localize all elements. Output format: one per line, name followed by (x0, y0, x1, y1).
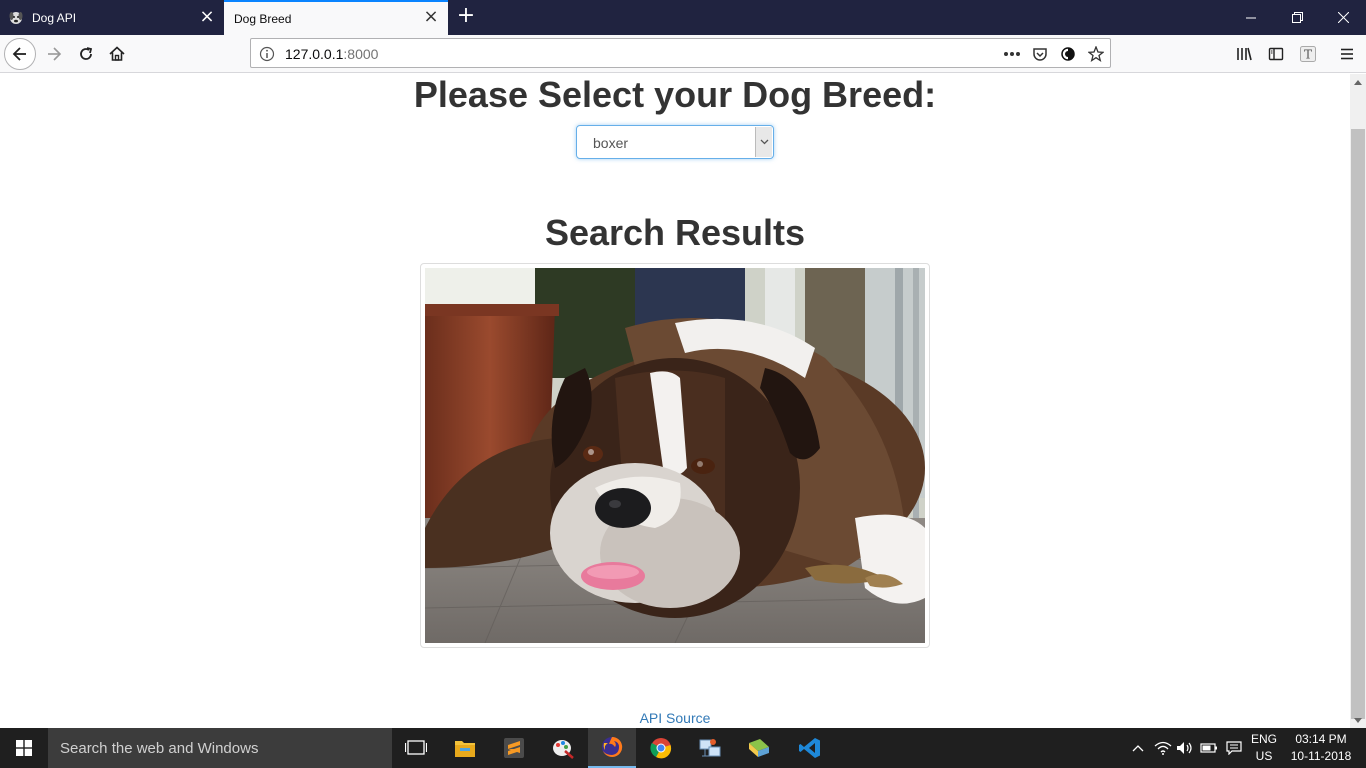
clock[interactable]: 03:14 PM 10-11-2018 (1286, 728, 1356, 768)
results-heading: Search Results (544, 212, 806, 253)
home-button[interactable] (101, 38, 133, 70)
dog-favicon-icon (8, 10, 24, 26)
scroll-down-icon[interactable] (1350, 712, 1366, 728)
region-code: US (1255, 749, 1273, 763)
breed-select[interactable]: boxer (576, 125, 774, 159)
url-port: :8000 (343, 46, 379, 62)
close-window-icon[interactable] (1320, 0, 1366, 35)
tab-title: Dog API (32, 10, 77, 25)
firefox-icon[interactable] (588, 728, 636, 768)
page-actions-icon[interactable] (1003, 45, 1021, 63)
windows-taskbar: Search the web and Windows ENG US 03:14 … (0, 728, 1366, 768)
action-center-icon[interactable] (1222, 728, 1246, 768)
tracking-icon[interactable] (1059, 45, 1077, 63)
result-thumbnail (420, 263, 930, 648)
api-source-link[interactable]: API Source (0, 710, 1350, 726)
windows-start-icon[interactable] (0, 728, 48, 768)
chrome-icon[interactable] (637, 728, 685, 768)
scroll-thumb[interactable] (1351, 129, 1365, 719)
page-viewport: Please Select your Dog Breed: boxer Sear… (0, 74, 1350, 728)
navigation-toolbar: 127.0.0.1:8000 T (0, 35, 1366, 73)
language-code: ENG (1250, 732, 1277, 746)
files-app-icon[interactable] (735, 728, 783, 768)
network-app-icon[interactable] (686, 728, 734, 768)
language-indicator[interactable]: ENG US (1248, 728, 1280, 768)
restore-icon[interactable] (1274, 0, 1320, 35)
dog-photo (425, 268, 925, 643)
forward-button[interactable] (38, 38, 70, 70)
file-explorer-icon[interactable] (441, 728, 489, 768)
wifi-icon[interactable] (1152, 728, 1174, 768)
sublime-text-icon[interactable] (490, 728, 538, 768)
library-icon[interactable] (1228, 38, 1260, 70)
show-hidden-icons-icon[interactable] (1128, 728, 1148, 768)
taskbar-search-box[interactable]: Search the web and Windows (48, 728, 392, 768)
tab-dog-api[interactable]: Dog API × (0, 0, 224, 35)
pocket-icon[interactable] (1031, 45, 1049, 63)
reader-extension-icon[interactable]: T (1292, 38, 1324, 70)
minimize-icon[interactable] (1228, 0, 1274, 35)
scroll-up-icon[interactable] (1350, 74, 1366, 90)
new-tab-icon[interactable]: + (455, 5, 477, 29)
battery-icon[interactable] (1198, 728, 1220, 768)
clock-date: 10-11-2018 (1290, 749, 1352, 763)
page-scrollbar[interactable] (1350, 74, 1366, 728)
back-button[interactable] (4, 38, 36, 70)
bookmark-star-icon[interactable] (1087, 45, 1105, 63)
tab-title: Dog Breed (234, 11, 292, 26)
svg-text:T: T (1304, 48, 1312, 62)
taskbar-search-placeholder: Search the web and Windows (60, 740, 259, 757)
select-heading: Please Select your Dog Breed: (413, 74, 937, 115)
vscode-icon[interactable] (786, 728, 834, 768)
paint-icon[interactable] (539, 728, 587, 768)
tab-strip: Dog API × Dog Breed × + (0, 0, 1366, 35)
url-bar[interactable]: 127.0.0.1:8000 (250, 38, 1111, 68)
close-tab-icon[interactable]: × (422, 8, 440, 26)
close-tab-icon[interactable]: × (198, 8, 216, 26)
url-host: 127.0.0.1 (285, 46, 344, 62)
volume-icon[interactable] (1174, 728, 1196, 768)
menu-icon[interactable] (1331, 38, 1363, 70)
url-text: 127.0.0.1:8000 (285, 46, 378, 62)
sidebar-icon[interactable] (1260, 38, 1292, 70)
info-icon[interactable] (258, 45, 276, 63)
breed-select-value: boxer (593, 135, 629, 151)
clock-time: 03:14 PM (1295, 732, 1347, 746)
chevron-down-icon[interactable] (755, 127, 772, 157)
tab-dog-breed[interactable]: Dog Breed × (224, 0, 448, 35)
task-view-icon[interactable] (392, 728, 440, 768)
reload-button[interactable] (70, 38, 102, 70)
